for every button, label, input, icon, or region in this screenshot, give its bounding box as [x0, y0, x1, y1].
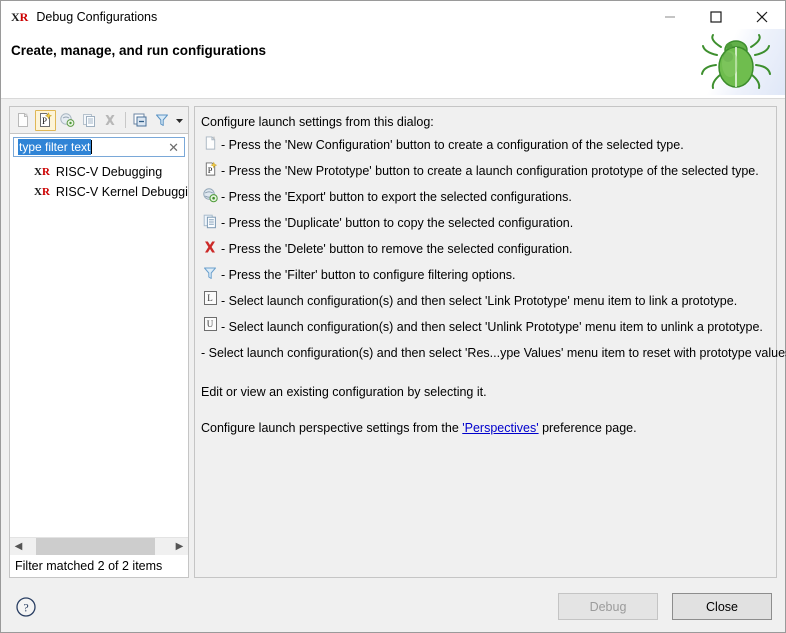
hint-text: - Press the 'Duplicate' button to copy t…: [221, 216, 574, 230]
hint-text: - Select launch configuration(s) and the…: [221, 320, 763, 334]
hint-text: - Press the 'Export' button to export th…: [221, 190, 572, 204]
filter-status: Filter matched 2 of 2 items: [10, 555, 188, 577]
svg-text:P: P: [207, 165, 212, 175]
hint-export: - Press the 'Export' button to export th…: [199, 185, 770, 210]
perspective-note-before: Configure launch perspective settings fr…: [201, 421, 463, 435]
help-button[interactable]: ?: [15, 596, 37, 618]
new-prototype-button[interactable]: P: [34, 109, 56, 131]
close-button[interactable]: [739, 1, 785, 32]
svg-text:P: P: [42, 116, 47, 126]
tree-item-list: XR RISC-V Debugging XR RISC-V Kernel Deb…: [10, 162, 188, 537]
xr-icon: XR: [34, 166, 50, 178]
horizontal-scrollbar[interactable]: ◀ ▶: [10, 537, 188, 555]
dialog-footer: ? Debug Close: [1, 584, 785, 632]
collapse-all-icon: [133, 113, 147, 127]
dialog-header: Create, manage, and run configurations: [1, 29, 785, 99]
debug-button[interactable]: Debug: [558, 593, 658, 620]
scrollbar-track[interactable]: [27, 538, 171, 555]
scrollbar-thumb[interactable]: [36, 538, 155, 555]
duplicate-icon: [199, 211, 221, 229]
new-configuration-button[interactable]: [13, 110, 34, 131]
text-caret: [91, 140, 93, 154]
filter-row: type filter text ✕: [10, 134, 188, 157]
export-icon: [199, 185, 221, 203]
xr-icon: XR: [11, 9, 29, 24]
hint-unlink-prototype: U - Select launch configuration(s) and t…: [199, 315, 770, 340]
hint-duplicate: - Press the 'Duplicate' button to copy t…: [199, 211, 770, 236]
banner-graphic: [689, 29, 785, 95]
page-title: Create, manage, and run configurations: [11, 43, 267, 58]
maximize-button[interactable]: [693, 1, 739, 32]
collapse-all-button[interactable]: [130, 110, 151, 131]
minimize-icon: [665, 16, 675, 17]
toolbar-separator: [124, 112, 126, 128]
tree-item-label: RISC-V Kernel Debuggin‰: [55, 185, 188, 199]
hint-new-configuration: - Press the 'New Configuration' button t…: [199, 133, 770, 158]
hint-text: - Press the 'Filter' button to configure…: [221, 268, 516, 282]
new-prototype-icon: P: [40, 112, 53, 127]
tree-toolbar: P: [9, 106, 189, 133]
info-intro: Configure launch settings from this dial…: [201, 115, 434, 129]
close-icon: [756, 11, 768, 22]
export-button[interactable]: [57, 110, 78, 131]
hint-filter: - Press the 'Filter' button to configure…: [199, 263, 770, 288]
perspective-note: Configure launch perspective settings fr…: [201, 421, 770, 435]
debug-configurations-dialog: XR Debug Configurations Create, manage, …: [0, 0, 786, 633]
window-title: Debug Configurations: [36, 9, 158, 24]
xr-icon: XR: [34, 186, 50, 198]
search-input[interactable]: type filter text ✕: [13, 137, 185, 157]
new-configuration-icon: [18, 113, 29, 127]
hint-text: - Select launch configuration(s) and the…: [221, 294, 738, 308]
delete-button[interactable]: [100, 110, 121, 131]
configuration-types-pane: P type filter text ✕ XR RISC-V Debugging…: [9, 106, 189, 578]
configuration-tree: type filter text ✕ XR RISC-V Debugging X…: [9, 133, 189, 578]
footer-buttons: Debug Close: [558, 593, 772, 620]
new-configuration-icon: [199, 133, 221, 151]
dialog-body: P type filter text ✕ XR RISC-V Debugging…: [1, 99, 786, 584]
hint-delete: - Press the 'Delete' button to remove th…: [199, 237, 770, 262]
hint-link-prototype: L - Select launch configuration(s) and t…: [199, 289, 770, 314]
maximize-icon: [710, 10, 722, 23]
info-pane: Configure launch settings from this dial…: [194, 106, 786, 578]
green-bug-icon: [701, 34, 771, 89]
hint-text: - Press the 'New Prototype' button to cr…: [221, 164, 759, 178]
hint-text: - Press the 'New Configuration' button t…: [221, 138, 684, 152]
hint-text: - Select launch configuration(s) and the…: [201, 346, 786, 360]
edit-note: Edit or view an existing configuration b…: [201, 385, 487, 399]
help-icon: ?: [16, 597, 36, 617]
perspective-note-after: preference page.: [538, 421, 637, 435]
filter-input-value: type filter text: [18, 139, 92, 155]
unlink-prototype-icon: U: [199, 315, 221, 331]
hint-text: - Press the 'Delete' button to remove th…: [221, 242, 573, 256]
tree-item-risc-v-debugging[interactable]: XR RISC-V Debugging: [10, 162, 188, 182]
close-button-footer[interactable]: Close: [672, 593, 772, 620]
duplicate-button[interactable]: [78, 110, 99, 131]
filter-icon: [155, 114, 168, 126]
chevron-right-icon[interactable]: ▶: [171, 538, 188, 555]
clear-icon[interactable]: ✕: [168, 139, 179, 157]
window-controls: [647, 1, 785, 32]
view-menu-button[interactable]: [173, 110, 185, 131]
perspectives-link[interactable]: 'Perspectives': [462, 421, 538, 435]
export-icon: [60, 113, 75, 127]
chevron-left-icon[interactable]: ◀: [10, 538, 27, 555]
chevron-down-icon: [175, 118, 183, 123]
title-bar: XR Debug Configurations: [1, 1, 785, 32]
duplicate-icon: [82, 114, 95, 127]
tree-item-label: RISC-V Debugging: [55, 165, 163, 179]
delete-icon: [105, 115, 115, 125]
new-prototype-icon: P: [199, 159, 221, 177]
link-prototype-icon: L: [199, 289, 221, 305]
minimize-button[interactable]: [647, 1, 693, 32]
filter-button[interactable]: [151, 110, 172, 131]
delete-icon: [199, 237, 221, 255]
hint-new-prototype: P - Press the 'New Prototype' button to …: [199, 159, 770, 184]
filter-icon: [199, 263, 221, 281]
tree-item-risc-v-kernel-debugging[interactable]: XR RISC-V Kernel Debuggin‰: [10, 182, 188, 202]
hint-reset-prototype-values: - Select launch configuration(s) and the…: [199, 341, 786, 366]
svg-text:?: ?: [23, 601, 28, 615]
